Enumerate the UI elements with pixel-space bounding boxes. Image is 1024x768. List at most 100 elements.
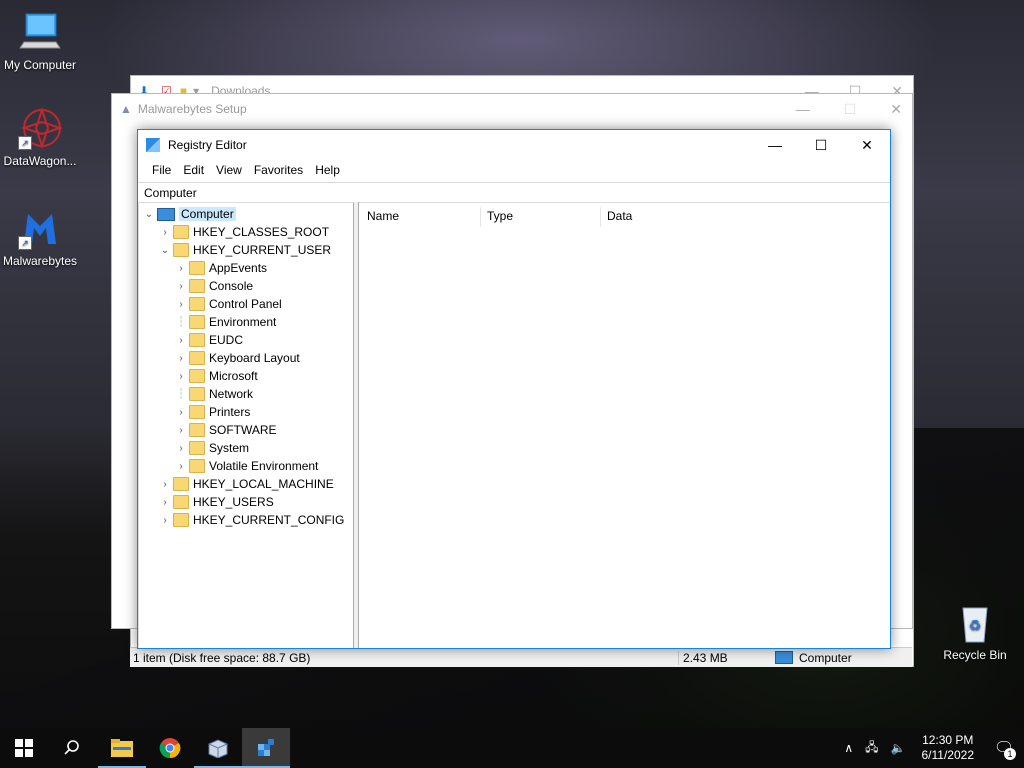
system-tray: ∧ 🖧 🔈 12:30 PM 6/11/2022 🗨 1 [838,728,1024,768]
minimize-button[interactable]: — [752,130,798,160]
window-title: Registry Editor [168,138,247,152]
registry-tree[interactable]: ⌄ Computer › HKEY_CLASSES_ROOT ⌄ HKEY_CU… [138,202,354,648]
column-divider[interactable] [600,207,601,227]
chevron-right-icon[interactable]: › [175,407,187,418]
folder-icon [189,279,205,293]
volume-icon[interactable]: 🔈 [885,741,912,755]
column-divider[interactable] [480,207,481,227]
tree-item-microsoft[interactable]: › Microsoft [175,367,258,385]
tree-item-system[interactable]: › System [175,439,249,457]
svg-text:♻: ♻ [969,617,982,633]
minimize-button[interactable]: — [796,101,810,117]
tree-item-hkey-current-config[interactable]: › HKEY_CURRENT_CONFIG [159,511,344,529]
chevron-right-icon[interactable]: › [175,353,187,364]
tree-item-keyboard-layout[interactable]: › Keyboard Layout [175,349,300,367]
search-button[interactable] [48,728,96,768]
folder-icon [189,297,205,311]
address-bar[interactable]: Computer [138,182,890,203]
desktop-icon-recycle-bin[interactable]: ♻ Recycle Bin [935,600,1015,662]
folder-icon [173,495,189,509]
menu-view[interactable]: View [210,163,248,177]
desktop-icon-label: My Computer [3,58,77,72]
shortcut-arrow-icon: ↗ [18,136,32,150]
chevron-right-icon[interactable]: › [175,299,187,310]
tree-item-software[interactable]: › SOFTWARE [175,421,277,439]
action-center-button[interactable]: 🗨 1 [984,728,1024,768]
folder-icon [173,477,189,491]
datawagon-icon: ↗ [18,106,64,150]
column-header-type[interactable]: Type [487,207,513,225]
maximize-button[interactable]: ☐ [844,101,857,118]
chevron-right-icon[interactable]: › [175,461,187,472]
tree-item-hkey-current-user[interactable]: ⌄ HKEY_CURRENT_USER [159,241,331,259]
chevron-down-icon[interactable]: ⌄ [143,209,155,220]
start-button[interactable] [0,728,48,768]
column-header-name[interactable]: Name [367,207,399,225]
menu-favorites[interactable]: Favorites [248,163,309,177]
tree-item-network[interactable]: ┆ Network [175,385,253,403]
taskbar-installer[interactable] [194,728,242,768]
taskbar-registry-editor[interactable] [242,728,290,768]
desktop-icon-my-computer[interactable]: My Computer [0,10,80,72]
windows-logo-icon [15,739,33,757]
tree-item-hkey-users[interactable]: › HKEY_USERS [159,493,274,511]
values-list[interactable]: Name Type Data [359,202,890,648]
malwarebytes-title: Malwarebytes Setup [137,102,247,116]
tree-item-label: AppEvents [209,261,268,275]
folder-icon [189,459,205,473]
tree-item-computer[interactable]: ⌄ Computer [143,205,236,223]
menu-file[interactable]: File [146,163,177,177]
tree-item-label: Network [209,387,254,401]
chevron-right-icon[interactable]: › [159,497,171,508]
tree-item-appevents[interactable]: › AppEvents [175,259,267,277]
desktop-icon-datawagon[interactable]: ↗ DataWagon... [0,106,80,168]
chevron-right-icon[interactable]: › [175,425,187,436]
tree-item-eudc[interactable]: › EUDC [175,331,243,349]
chevron-right-icon[interactable]: › [175,281,187,292]
maximize-button[interactable]: ☐ [798,130,844,160]
chevron-right-icon[interactable]: › [175,371,187,382]
tree-item-label: HKEY_LOCAL_MACHINE [193,477,334,491]
tree-item-hkey-local-machine[interactable]: › HKEY_LOCAL_MACHINE [159,475,334,493]
column-header-data[interactable]: Data [607,207,632,225]
chevron-down-icon[interactable]: ⌄ [159,245,171,256]
tree-item-label: HKEY_CURRENT_USER [193,243,332,257]
taskbar-chrome[interactable] [146,728,194,768]
tree-item-label: HKEY_USERS [193,495,274,509]
show-hidden-icons-chevron-icon[interactable]: ∧ [838,741,859,755]
tree-item-printers[interactable]: › Printers [175,403,250,421]
status-size: 2.43 MB [678,650,769,665]
malwarebytes-titlebar[interactable]: ▲ Malwarebytes Setup [112,94,912,124]
chrome-icon [159,738,181,759]
folder-icon [189,333,205,347]
shortcut-arrow-icon: ↗ [18,236,32,250]
taskbar-file-explorer[interactable] [98,728,146,768]
chevron-right-icon[interactable]: › [159,515,171,526]
tree-item-environment[interactable]: ┆ Environment [175,313,276,331]
network-icon[interactable]: 🖧 [859,738,884,759]
chevron-right-icon[interactable]: › [159,479,171,490]
tree-item-label: EUDC [209,333,244,347]
chevron-right-icon[interactable]: › [175,443,187,454]
folder-icon [173,243,189,257]
tree-item-console[interactable]: › Console [175,277,253,295]
chevron-right-icon[interactable]: › [159,227,171,238]
malwarebytes-icon: ↗ [18,206,62,250]
desktop-icon-malwarebytes[interactable]: ↗ Malwarebytes [0,206,80,268]
search-icon [64,740,79,755]
regedit-icon [258,739,274,756]
tree-item-control-panel[interactable]: › Control Panel [175,295,282,313]
registry-editor-window[interactable]: Registry Editor — ☐ ✕ File Edit View Fav… [137,129,891,649]
regedit-titlebar[interactable]: Registry Editor — ☐ ✕ [138,130,890,160]
tree-item-label: Printers [209,405,251,419]
chevron-right-icon[interactable]: › [175,263,187,274]
menu-edit[interactable]: Edit [177,163,210,177]
clock-date: 6/11/2022 [921,748,975,762]
menu-help[interactable]: Help [309,163,346,177]
tree-item-volatile-environment[interactable]: › Volatile Environment [175,457,318,475]
close-button[interactable]: ✕ [844,130,890,160]
chevron-right-icon[interactable]: › [175,335,187,346]
tree-item-hkey-classes-root[interactable]: › HKEY_CLASSES_ROOT [159,223,329,241]
close-button[interactable]: ✕ [890,101,902,118]
clock[interactable]: 12:30 PM 6/11/2022 [912,733,985,763]
